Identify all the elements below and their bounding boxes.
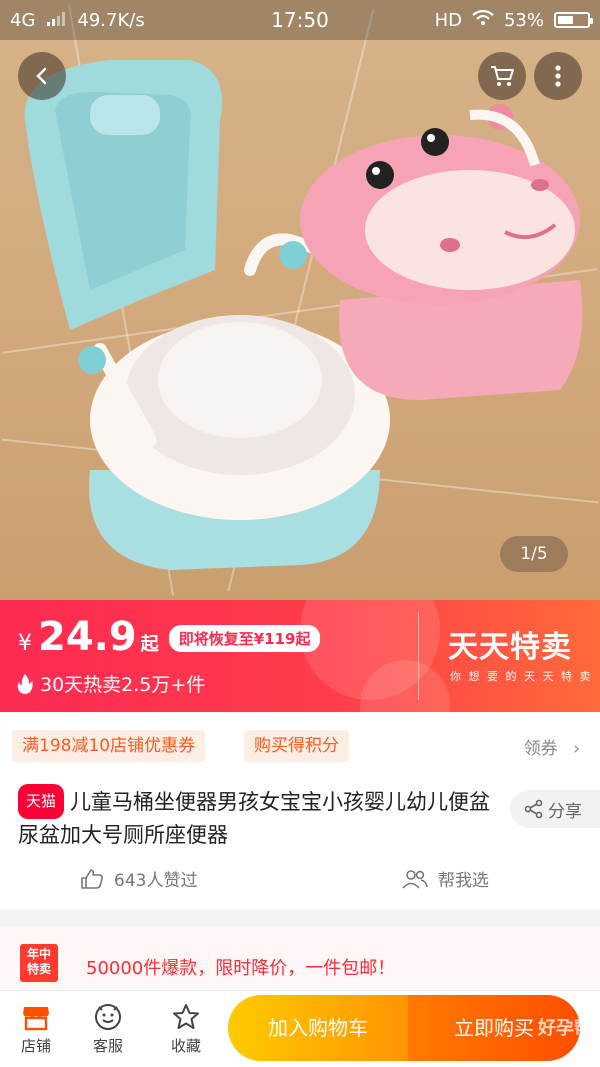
price: 24.9 [38,614,137,660]
flame-icon [17,673,33,694]
cart-icon [491,66,514,86]
points-chip[interactable]: 购买得积分 [244,730,349,762]
users-icon [402,869,428,889]
price-suffix: 起 [140,634,159,655]
add-to-cart-button[interactable]: 加入购物车 [228,995,408,1061]
back-button[interactable] [18,52,66,100]
cart-button[interactable] [478,52,526,100]
image-counter: 1/5 [500,536,568,572]
get-coupon-link[interactable]: 领券 › [524,734,580,759]
star-icon [173,1004,199,1029]
service-tab[interactable]: 客服 [76,999,140,1056]
product-page: 4G 49.7K/s 17:50 HD 53% 1/5 ¥ 24.9 起 即将恢… [0,0,600,1067]
tmall-badge: 天猫 [18,784,65,819]
sales-count: 30天热卖2.5万+件 [40,674,206,696]
get-coupon-label: 领券 [523,739,558,759]
coupon-section: 满198减10店铺优惠券 购买得积分 领券 › [0,712,600,780]
thumbs-up-icon [81,868,104,889]
chevron-right-icon: › [573,739,580,759]
help-choose-label: 帮我选 [438,871,489,891]
badge-line-1: 年中 [26,947,51,961]
watermark: 好孕帮 [538,1018,592,1039]
mid-year-sale-badge: 年中 特卖 [20,944,58,982]
store-icon [23,1007,49,1031]
promo-divider [418,612,419,700]
favorite-label: 收藏 [170,1037,201,1055]
brand-slogan: 你 想 要 的 天 天 特 卖 [450,670,593,683]
share-icon [524,799,543,819]
shop-tab[interactable]: 店铺 [4,999,68,1056]
chevron-left-icon [36,67,47,85]
more-vertical-icon [555,65,561,87]
promo-banner[interactable]: ¥ 24.9 起 即将恢复至¥119起 30天热卖2.5万+件 天天特卖 你 想… [0,600,600,712]
share-label: 分享 [548,801,582,822]
activity-text: 50000件爆款，限时降价，一件包邮！ [86,958,396,979]
activity-banner[interactable]: 年中 特卖 50000件爆款，限时降价，一件包邮！ [0,926,600,990]
restore-price-note: 即将恢复至¥119起 [168,625,321,652]
sales-info: 30天热卖2.5万+件 [16,670,205,697]
more-button[interactable] [534,52,582,100]
likes-count: 643人赞过 [114,871,198,891]
service-label: 客服 [92,1037,123,1055]
likes-button[interactable]: 643人赞过 [80,866,197,891]
shop-coupon-chip[interactable]: 满198减10店铺优惠券 [12,730,206,762]
product-image[interactable]: 4G 49.7K/s 17:50 HD 53% 1/5 [0,0,600,600]
status-bar: 4G 49.7K/s 17:50 HD 53% [0,0,600,40]
brand-logo: 天天特卖 [448,630,572,665]
badge-line-2: 特卖 [26,962,51,976]
product-info: 天猫 儿童马桶坐便器男孩女宝宝小孩婴儿幼儿便盆尿盆加大号厕所座便器 分享 643人… [0,780,600,910]
battery-icon [554,12,593,28]
share-button[interactable]: 分享 [510,790,600,828]
favorite-tab[interactable]: 收藏 [154,999,218,1056]
clock: 17:50 [271,8,329,32]
customer-service-icon [95,1004,121,1030]
help-choose-button[interactable]: 帮我选 [402,866,489,891]
product-title: 天猫 儿童马桶坐便器男孩女宝宝小孩婴儿幼儿便盆尿盆加大号厕所座便器 [18,784,508,852]
bottom-action-bar: 店铺 客服 收藏 加入购物车 立即购买 [0,990,600,1067]
currency-symbol: ¥ [18,631,32,656]
product-title-text: 儿童马桶坐便器男孩女宝宝小孩婴儿幼儿便盆尿盆加大号厕所座便器 [18,790,491,847]
shop-label: 店铺 [20,1037,51,1055]
